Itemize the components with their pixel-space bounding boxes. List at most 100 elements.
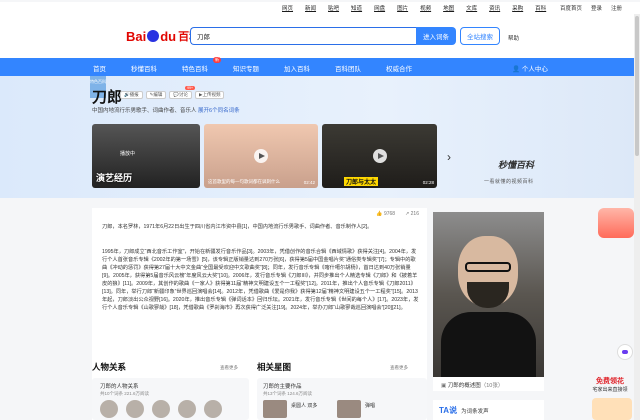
relations-heading: 人物关系 xyxy=(92,362,127,372)
promo-image[interactable] xyxy=(592,398,632,420)
overview-photo[interactable] xyxy=(433,212,544,377)
work-title-2[interactable]: 弹唱 xyxy=(365,402,375,409)
action-speaker[interactable]: 🔊 播报 xyxy=(120,91,143,99)
play-icon[interactable] xyxy=(372,149,387,163)
ta-say-text: 为词条发声 xyxy=(461,409,489,415)
user-center-link[interactable]: 👤 个人中心 xyxy=(512,63,548,73)
nav-item-4[interactable]: 加入百科 xyxy=(284,63,310,73)
top-link-2[interactable]: 贴吧 xyxy=(328,4,339,12)
scrollbar[interactable] xyxy=(634,14,640,420)
action-edit[interactable]: ✎ 编辑 xyxy=(145,91,167,99)
star-more-link[interactable]: 查看更多 xyxy=(390,365,408,371)
promo-subtitle: 宅家出来直接领 xyxy=(592,387,628,393)
video-tag: 刀郎与太太 xyxy=(344,177,379,186)
nav-item-5[interactable]: 百科团队 xyxy=(335,63,361,73)
site-search-button[interactable]: 全站搜索 xyxy=(460,27,500,45)
expand-homonyms-link[interactable]: 展开6个同名词条 xyxy=(198,108,240,114)
main-nav: 首页 秒懂百科 特色百科新 知识专题 加入百科 百科团队 权威合作 👤 个人中心 xyxy=(0,57,640,76)
star-box-title: 刀郎的主要作品 xyxy=(263,384,302,390)
promo-banner[interactable]: 免费领花 宅家出来直接领 xyxy=(580,376,640,393)
nav-item-label: 加入百科 xyxy=(284,66,310,73)
top-link-4[interactable]: 网盘 xyxy=(374,4,385,12)
top-link-11[interactable]: 百科 xyxy=(535,4,546,12)
logo-du: du xyxy=(160,28,177,44)
user-center-label: 个人中心 xyxy=(521,66,548,73)
top-link-5[interactable]: 图片 xyxy=(397,4,408,12)
photo-beard xyxy=(467,282,509,308)
top-link-0[interactable]: 网页 xyxy=(282,4,293,12)
paw-icon xyxy=(147,30,160,42)
enter-entry-button[interactable]: 进入词条 xyxy=(416,27,456,45)
work-title-1[interactable]: 桌圆人 双多 xyxy=(291,402,317,409)
subtitle-text: 中国内地流行乐男歌手、词曲作者、音乐人 xyxy=(92,108,197,114)
new-badge: 新 xyxy=(213,57,221,63)
summary-paragraph-2: 1995年，刀郎成立“西北音乐工作室”，开始在新疆发行音乐作品[3]。2003年… xyxy=(102,249,419,311)
top-link-8[interactable]: 文库 xyxy=(466,4,477,12)
video-card-2[interactable]: 这首歌里的每一句歌词都在讽刺什么 02:42 xyxy=(204,124,318,188)
nav-item-label: 首页 xyxy=(93,66,106,73)
miaodong-brand: 秒懂百科 xyxy=(498,160,535,170)
nav-item-label: 百科团队 xyxy=(335,66,361,73)
photo-count: （10张） xyxy=(480,383,504,389)
header: Bai du 百科 刀郎 进入词条 全站搜索 帮助 xyxy=(0,14,640,58)
video-duration: 02:42 xyxy=(303,180,315,185)
top-right-link-2[interactable]: 注册 xyxy=(611,4,622,12)
top-right-link-1[interactable]: 登录 xyxy=(591,4,602,12)
work-thumbnail[interactable] xyxy=(263,400,287,418)
help-link[interactable]: 帮助 xyxy=(508,34,519,42)
relation-avatars xyxy=(100,400,222,418)
ta-say-logo: TA说 xyxy=(439,406,458,415)
next-arrow-icon[interactable]: › xyxy=(447,150,451,164)
work-thumbnail[interactable] xyxy=(337,400,361,418)
video-card-1[interactable]: 播放中 演艺经历 xyxy=(92,124,200,188)
entry-subtitle: 中国内地流行乐男歌手、词曲作者、音乐人 展开6个同名词条 xyxy=(92,106,240,114)
avatar[interactable] xyxy=(100,400,118,418)
relations-box[interactable]: 刀郎的人物关系 共10个词条 221.6万阅读 xyxy=(92,378,249,420)
top-link-3[interactable]: 知道 xyxy=(351,4,362,12)
play-icon[interactable] xyxy=(254,149,268,163)
video-card-3[interactable]: 刀郎与太太 02:28 xyxy=(322,124,437,188)
search-input[interactable]: 刀郎 xyxy=(190,27,416,45)
video-cards: 播放中 演艺经历 这首歌里的每一句歌词都在讽刺什么 02:42 刀郎与太太 02… xyxy=(92,124,437,188)
scrollbar-thumb[interactable] xyxy=(635,16,639,156)
summary-paragraph-1: 刀郎，本名罗林，1971年6月22日出生于四川省内江市资中县[1]，中国内地流行… xyxy=(102,224,373,230)
photo-caption-text: 刀郎的概述图 xyxy=(447,383,481,389)
top-link-7[interactable]: 地图 xyxy=(443,4,454,12)
gift-icon[interactable] xyxy=(598,208,634,238)
video-desc: 这首歌里的每一句歌词都在讽刺什么 xyxy=(208,179,280,184)
star-map-box[interactable]: 刀郎的主要作品 共13个词条 124.6万阅读 桌圆人 双多 弹唱 xyxy=(257,378,427,420)
avatar[interactable] xyxy=(126,400,144,418)
nav-item-2[interactable]: 特色百科新 xyxy=(182,57,221,73)
feedback-icon[interactable] xyxy=(617,344,633,360)
brand-slogan: 一看就懂的视频百科 xyxy=(484,179,534,185)
page-title: 刀郎 xyxy=(92,89,123,106)
top-link-1[interactable]: 新闻 xyxy=(305,4,316,12)
avatar[interactable] xyxy=(204,400,222,418)
avatar[interactable] xyxy=(152,400,170,418)
top-link-6[interactable]: 视频 xyxy=(420,4,431,12)
relations-box-title: 刀郎的人物关系 xyxy=(100,384,139,390)
nav-item-3[interactable]: 知识专题 xyxy=(233,63,259,73)
top-links-bar: 网页 新闻 贴吧 知道 网盘 图片 视频 地图 文库 资讯 采购 百科 百度首页 登录 注册 xyxy=(0,2,640,14)
relations-more-link[interactable]: 查看更多 xyxy=(220,365,238,371)
share-count[interactable]: ↗ 216 xyxy=(405,211,419,217)
action-discuss[interactable]: 💬 讨论 99+ xyxy=(169,86,195,99)
nav-items: 首页 秒懂百科 特色百科新 知识专题 加入百科 百科团队 权威合作 xyxy=(93,57,437,73)
star-box-meta: 共13个词条 124.6万阅读 xyxy=(263,391,313,396)
top-right-link-0[interactable]: 百度首页 xyxy=(560,4,582,12)
avatar[interactable] xyxy=(178,400,196,418)
baidu-baike-logo[interactable]: Bai du 百科 xyxy=(126,28,200,44)
action-upload-video[interactable]: ▶ 上传视频 xyxy=(195,91,225,99)
nav-item-6[interactable]: 权威合作 xyxy=(386,63,412,73)
action-label: 上传视频 xyxy=(202,92,221,97)
top-link-10[interactable]: 采购 xyxy=(512,4,523,12)
top-link-9[interactable]: 资讯 xyxy=(489,4,500,12)
photo-caption[interactable]: ▣ 刀郎的概述图（10张） xyxy=(433,377,544,391)
stats-bar: 👍 9768 ↗ 216 xyxy=(376,211,419,217)
ta-say-banner[interactable]: TA说 为词条发声 xyxy=(433,400,544,420)
action-label: 编辑 xyxy=(153,92,163,97)
nav-item-0[interactable]: 首页 xyxy=(93,63,106,73)
main-content: 👍 9768 ↗ 216 刀郎，本名罗林，1971年6月22日出生于四川省内江市… xyxy=(92,208,427,420)
nav-item-1[interactable]: 秒懂百科 xyxy=(131,63,157,73)
like-count[interactable]: 👍 9768 xyxy=(376,211,395,217)
